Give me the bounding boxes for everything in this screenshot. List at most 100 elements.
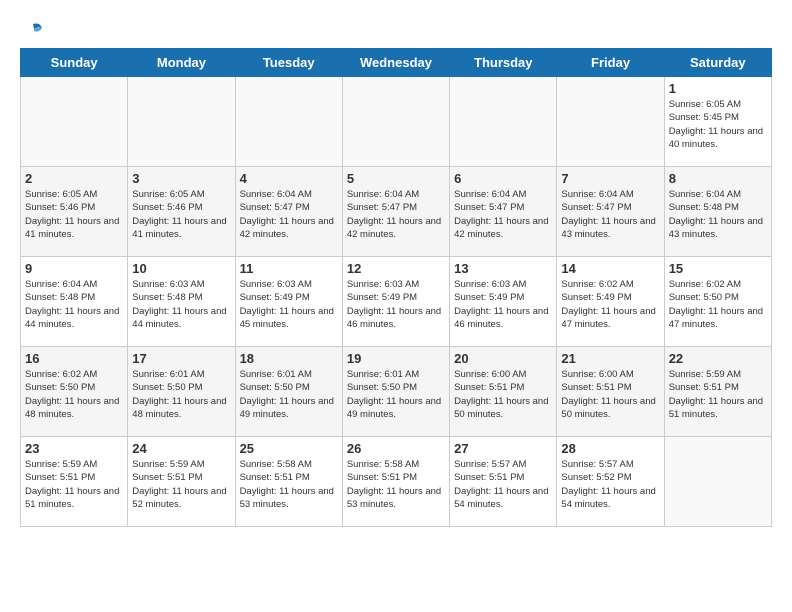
day-cell: 14 Sunrise: 6:02 AM Sunset: 5:49 PM Dayli… [557, 257, 664, 347]
day-cell: 1 Sunrise: 6:05 AM Sunset: 5:45 PM Daylig… [664, 77, 771, 167]
day-info: Sunrise: 6:00 AM Sunset: 5:51 PM Dayligh… [561, 368, 659, 421]
day-cell: 23 Sunrise: 5:59 AM Sunset: 5:51 PM Dayli… [21, 437, 128, 527]
day-info: Sunrise: 5:59 AM Sunset: 5:51 PM Dayligh… [669, 368, 767, 421]
day-info: Sunrise: 5:57 AM Sunset: 5:52 PM Dayligh… [561, 458, 659, 511]
calendar-table: SundayMondayTuesdayWednesdayThursdayFrid… [20, 48, 772, 527]
day-cell: 17 Sunrise: 6:01 AM Sunset: 5:50 PM Dayli… [128, 347, 235, 437]
day-cell: 27 Sunrise: 5:57 AM Sunset: 5:51 PM Dayli… [450, 437, 557, 527]
week-row-1: 1 Sunrise: 6:05 AM Sunset: 5:45 PM Daylig… [21, 77, 772, 167]
day-info: Sunrise: 5:58 AM Sunset: 5:51 PM Dayligh… [240, 458, 338, 511]
day-cell [128, 77, 235, 167]
day-number: 28 [561, 441, 659, 456]
day-cell: 25 Sunrise: 5:58 AM Sunset: 5:51 PM Dayli… [235, 437, 342, 527]
week-row-5: 23 Sunrise: 5:59 AM Sunset: 5:51 PM Dayli… [21, 437, 772, 527]
day-cell: 10 Sunrise: 6:03 AM Sunset: 5:48 PM Dayli… [128, 257, 235, 347]
day-info: Sunrise: 6:03 AM Sunset: 5:49 PM Dayligh… [240, 278, 338, 331]
day-cell: 9Sunrise: 6:04 AM Sunset: 5:48 PM Daylig… [21, 257, 128, 347]
day-number: 11 [240, 261, 338, 276]
day-cell: 24 Sunrise: 5:59 AM Sunset: 5:51 PM Dayli… [128, 437, 235, 527]
column-header-friday: Friday [557, 49, 664, 77]
column-header-wednesday: Wednesday [342, 49, 449, 77]
day-number: 12 [347, 261, 445, 276]
day-cell: 2 Sunrise: 6:05 AM Sunset: 5:46 PM Daylig… [21, 167, 128, 257]
day-info: Sunrise: 6:05 AM Sunset: 5:46 PM Dayligh… [132, 188, 230, 241]
day-cell [21, 77, 128, 167]
day-number: 17 [132, 351, 230, 366]
day-info: Sunrise: 5:59 AM Sunset: 5:51 PM Dayligh… [132, 458, 230, 511]
day-cell: 12 Sunrise: 6:03 AM Sunset: 5:49 PM Dayli… [342, 257, 449, 347]
day-cell: 16 Sunrise: 6:02 AM Sunset: 5:50 PM Dayli… [21, 347, 128, 437]
day-number: 23 [25, 441, 123, 456]
day-cell: 20 Sunrise: 6:00 AM Sunset: 5:51 PM Dayli… [450, 347, 557, 437]
day-number: 25 [240, 441, 338, 456]
day-cell: 11 Sunrise: 6:03 AM Sunset: 5:49 PM Dayli… [235, 257, 342, 347]
logo [20, 20, 44, 38]
day-cell: 6 Sunrise: 6:04 AM Sunset: 5:47 PM Daylig… [450, 167, 557, 257]
day-number: 1 [669, 81, 767, 96]
week-row-4: 16 Sunrise: 6:02 AM Sunset: 5:50 PM Dayli… [21, 347, 772, 437]
day-info: Sunrise: 6:04 AM Sunset: 5:47 PM Dayligh… [240, 188, 338, 241]
day-cell [450, 77, 557, 167]
day-cell: 26 Sunrise: 5:58 AM Sunset: 5:51 PM Dayli… [342, 437, 449, 527]
day-number: 15 [669, 261, 767, 276]
day-number: 14 [561, 261, 659, 276]
day-number: 27 [454, 441, 552, 456]
day-info: Sunrise: 6:05 AM Sunset: 5:45 PM Dayligh… [669, 98, 767, 151]
day-cell: 4 Sunrise: 6:04 AM Sunset: 5:47 PM Daylig… [235, 167, 342, 257]
day-number: 26 [347, 441, 445, 456]
day-cell [235, 77, 342, 167]
day-cell [664, 437, 771, 527]
day-cell: 5 Sunrise: 6:04 AM Sunset: 5:47 PM Daylig… [342, 167, 449, 257]
day-number: 3 [132, 171, 230, 186]
day-cell: 7Sunrise: 6:04 AM Sunset: 5:47 PM Daylig… [557, 167, 664, 257]
column-header-sunday: Sunday [21, 49, 128, 77]
day-cell: 15 Sunrise: 6:02 AM Sunset: 5:50 PM Dayli… [664, 257, 771, 347]
day-number: 19 [347, 351, 445, 366]
day-info: Sunrise: 6:02 AM Sunset: 5:50 PM Dayligh… [25, 368, 123, 421]
day-number: 10 [132, 261, 230, 276]
day-info: Sunrise: 6:04 AM Sunset: 5:48 PM Dayligh… [669, 188, 767, 241]
column-header-saturday: Saturday [664, 49, 771, 77]
day-number: 13 [454, 261, 552, 276]
day-info: Sunrise: 5:59 AM Sunset: 5:51 PM Dayligh… [25, 458, 123, 511]
day-number: 22 [669, 351, 767, 366]
day-number: 5 [347, 171, 445, 186]
day-info: Sunrise: 6:00 AM Sunset: 5:51 PM Dayligh… [454, 368, 552, 421]
day-number: 16 [25, 351, 123, 366]
day-cell: 28 Sunrise: 5:57 AM Sunset: 5:52 PM Dayli… [557, 437, 664, 527]
day-info: Sunrise: 5:58 AM Sunset: 5:51 PM Dayligh… [347, 458, 445, 511]
day-info: Sunrise: 6:04 AM Sunset: 5:47 PM Dayligh… [561, 188, 659, 241]
day-info: Sunrise: 6:04 AM Sunset: 5:47 PM Dayligh… [347, 188, 445, 241]
day-info: Sunrise: 6:01 AM Sunset: 5:50 PM Dayligh… [347, 368, 445, 421]
day-info: Sunrise: 6:05 AM Sunset: 5:46 PM Dayligh… [25, 188, 123, 241]
day-number: 6 [454, 171, 552, 186]
day-info: Sunrise: 6:03 AM Sunset: 5:49 PM Dayligh… [347, 278, 445, 331]
day-number: 20 [454, 351, 552, 366]
day-info: Sunrise: 6:04 AM Sunset: 5:47 PM Dayligh… [454, 188, 552, 241]
day-info: Sunrise: 6:01 AM Sunset: 5:50 PM Dayligh… [240, 368, 338, 421]
day-cell: 21 Sunrise: 6:00 AM Sunset: 5:51 PM Dayli… [557, 347, 664, 437]
day-cell [342, 77, 449, 167]
column-header-tuesday: Tuesday [235, 49, 342, 77]
day-number: 2 [25, 171, 123, 186]
day-cell: 3 Sunrise: 6:05 AM Sunset: 5:46 PM Daylig… [128, 167, 235, 257]
day-number: 21 [561, 351, 659, 366]
day-number: 4 [240, 171, 338, 186]
day-cell [557, 77, 664, 167]
week-row-2: 2 Sunrise: 6:05 AM Sunset: 5:46 PM Daylig… [21, 167, 772, 257]
day-info: Sunrise: 6:02 AM Sunset: 5:49 PM Dayligh… [561, 278, 659, 331]
day-info: Sunrise: 6:02 AM Sunset: 5:50 PM Dayligh… [669, 278, 767, 331]
logo-bird-icon [22, 20, 44, 42]
day-info: Sunrise: 6:04 AM Sunset: 5:48 PM Dayligh… [25, 278, 123, 331]
day-info: Sunrise: 5:57 AM Sunset: 5:51 PM Dayligh… [454, 458, 552, 511]
day-info: Sunrise: 6:01 AM Sunset: 5:50 PM Dayligh… [132, 368, 230, 421]
day-number: 18 [240, 351, 338, 366]
day-cell: 19 Sunrise: 6:01 AM Sunset: 5:50 PM Dayli… [342, 347, 449, 437]
day-cell: 22 Sunrise: 5:59 AM Sunset: 5:51 PM Dayli… [664, 347, 771, 437]
day-number: 8 [669, 171, 767, 186]
day-cell: 8 Sunrise: 6:04 AM Sunset: 5:48 PM Daylig… [664, 167, 771, 257]
day-info: Sunrise: 6:03 AM Sunset: 5:48 PM Dayligh… [132, 278, 230, 331]
day-number: 24 [132, 441, 230, 456]
day-cell: 18 Sunrise: 6:01 AM Sunset: 5:50 PM Dayli… [235, 347, 342, 437]
week-row-3: 9Sunrise: 6:04 AM Sunset: 5:48 PM Daylig… [21, 257, 772, 347]
